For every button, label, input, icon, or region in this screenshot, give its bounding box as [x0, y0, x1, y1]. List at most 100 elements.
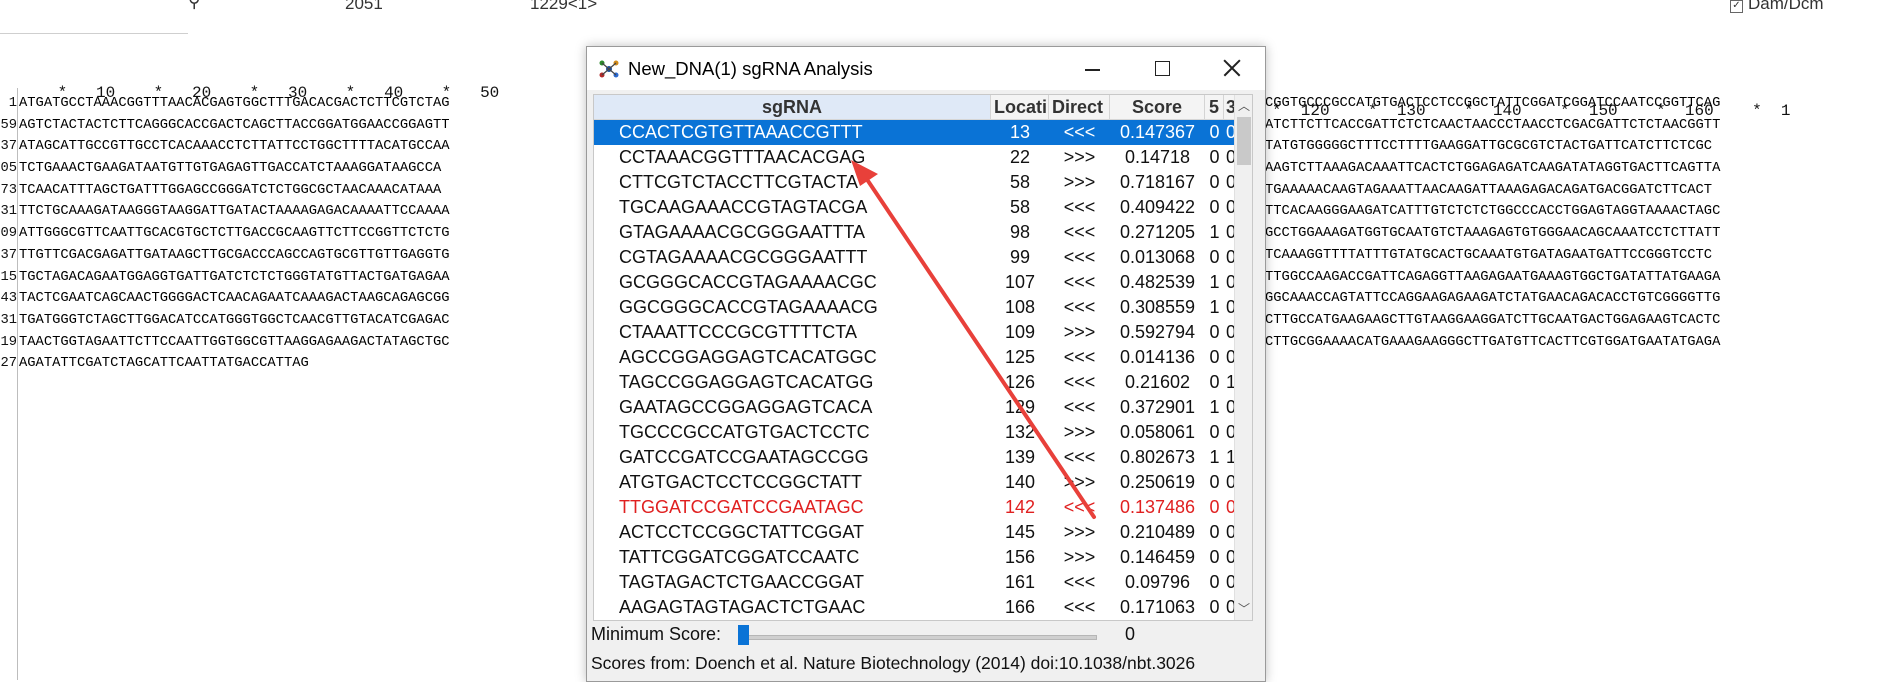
table-row[interactable]: AAGAGTAGTAGACTCTGAAC 166 <<< 0.171063 0 0: [594, 595, 1236, 620]
column-header-score[interactable]: Score: [1110, 95, 1205, 119]
five-prime-cell: 1: [1209, 297, 1220, 317]
five-prime-cell: 1: [1209, 397, 1220, 417]
direction-cell: >>>: [1063, 547, 1096, 567]
sgrna-cell: ATGTGACTCCTCCGGCTATT: [619, 472, 862, 492]
direction-cell: <<<: [1063, 197, 1096, 217]
direction-cell: <<<: [1063, 497, 1096, 517]
sequence-line: CTTGCGGAAAACATGAAAGAAGGGCTTGATGTTCACTTCG…: [1265, 334, 1721, 350]
sgrna-cell: CCTAAACGGTTTAACACGAG: [619, 147, 866, 167]
table-row[interactable]: ATGTGACTCCTCCGGCTATT 140 >>> 0.250619 0 0: [594, 470, 1236, 495]
sgrna-analysis-dialog: New_DNA(1) sgRNA Analysis sgRNA Locati D…: [586, 46, 1266, 682]
sgrna-cell: AGCCGGAGGAGTCACATGGC: [619, 347, 877, 367]
location-cell: 156: [1004, 547, 1036, 567]
table-row[interactable]: TGCAAGAAACCGTAGTACGA 58 <<< 0.409422 0 0: [594, 195, 1236, 220]
link-icon[interactable]: ⚲: [188, 0, 200, 12]
sequence-line: CTTGCCATGAAGAAGCTTGTAAGGAAGGATCTTGCAATGA…: [1265, 312, 1721, 328]
line-number: 1: [8, 96, 17, 111]
scores-citation: Scores from: Doench et al. Nature Biotec…: [591, 653, 1196, 673]
score-cell: 0.482539: [1119, 272, 1196, 292]
location-cell: 132: [1004, 422, 1036, 442]
line-number: 05: [0, 161, 17, 177]
table-row[interactable]: AGCCGGAGGAGTCACATGGC 125 <<< 0.014136 0 0: [594, 345, 1236, 370]
five-prime-cell: 0: [1209, 547, 1220, 567]
location-cell: 58: [1009, 197, 1031, 217]
line-number: 59: [0, 117, 17, 133]
table-row[interactable]: ACTCCTCCGGCTATTCGGAT 145 >>> 0.210489 0 0: [594, 520, 1236, 545]
table-row[interactable]: CGTAGAAAACGCGGGAATTT 99 <<< 0.013068 0 0: [594, 245, 1236, 270]
sgrna-table: sgRNA Locati Direct Score 5 3' CCACTCGTG…: [593, 94, 1253, 621]
direction-cell: >>>: [1063, 522, 1096, 542]
sequence-line: TAACTGGTAGAATTCTTCCAATTGGTGGCGTTAAGGAGAA…: [19, 334, 450, 350]
five-prime-cell: 0: [1209, 247, 1220, 267]
column-header-location[interactable]: Locati: [991, 95, 1049, 119]
direction-cell: <<<: [1063, 597, 1096, 617]
table-row[interactable]: GAATAGCCGGAGGAGTCACA 129 <<< 0.372901 1 0: [594, 395, 1236, 420]
score-cell: 0.014136: [1119, 347, 1196, 367]
table-row[interactable]: TTGGATCCGATCCGAATAGC 142 <<< 0.137486 0 0: [594, 495, 1236, 520]
column-header-direction[interactable]: Direct: [1049, 95, 1110, 119]
close-icon[interactable]: [1197, 47, 1265, 90]
sequence-line: ATCTTCTTCACCGATTCTCTCAACTAACCCTAACCTCGAC…: [1265, 117, 1721, 133]
direction-cell: <<<: [1063, 272, 1096, 292]
slider-thumb[interactable]: [738, 625, 749, 645]
table-row[interactable]: TAGTAGACTCTGAACCGGAT 161 <<< 0.09796 0 0: [594, 570, 1236, 595]
table-row[interactable]: CCTAAACGGTTTAACACGAG 22 >>> 0.14718 0 0: [594, 145, 1236, 170]
minimum-score-slider[interactable]: [739, 635, 1097, 640]
table-row[interactable]: TGCCCGCCATGTGACTCCTC 132 >>> 0.058061 0 0: [594, 420, 1236, 445]
sgrna-cell: TAGCCGGAGGAGTCACATGG: [619, 372, 874, 392]
line-number: 31: [0, 204, 17, 220]
five-prime-cell: 0: [1209, 197, 1220, 217]
location-cell: 142: [1004, 497, 1036, 517]
line-number: 43: [0, 291, 17, 307]
table-row[interactable]: TATTCGGATCGGATCCAATC 156 >>> 0.146459 0 0: [594, 545, 1236, 570]
sequence-line: TGCTAGACAGAATGGAGGTGATTGATCTCTCTGGGTATGT…: [19, 269, 450, 285]
scroll-up-icon[interactable]: ︿: [1235, 97, 1252, 115]
sequence-line: ATTGGGCGTTCAATTGCACGTGCTCTTGACCGCAAGTTCT…: [19, 226, 450, 242]
sequence-line: TTGGCCAAGACCGATTCAGAGGTTAAGAGAATGAAAGTGG…: [1265, 269, 1721, 285]
sequence-text-right[interactable]: CGGTGCCCGCCATGTGACTCCTCCGGCTATTCGGATCGGA…: [1265, 93, 1886, 375]
five-prime-cell: 1: [1209, 447, 1220, 467]
location-cell: 129: [1004, 397, 1036, 417]
scrollbar-thumb[interactable]: [1237, 117, 1251, 165]
minimum-score-row: Minimum Score: 0: [591, 623, 1261, 647]
five-prime-cell: 0: [1209, 322, 1220, 342]
table-row[interactable]: GGCGGGCACCGTAGAAAACG 108 <<< 0.308559 1 0: [594, 295, 1236, 320]
table-row[interactable]: TAGCCGGAGGAGTCACATGG 126 <<< 0.21602 0 1: [594, 370, 1236, 395]
table-row[interactable]: CCACTCGTGTTAAACCGTTT 13 <<< 0.147367 0 0: [594, 120, 1236, 145]
minimize-icon[interactable]: [1057, 47, 1125, 90]
line-number: 09: [0, 226, 17, 242]
sequence-line: TACTCGAATCAGCAACTGGGGACTCAACAGAATCAAAGAC…: [19, 291, 450, 307]
sequence-line: TCTGAAACTGAAGATAATGTTGTGAGAGTTGACCATCTAA…: [19, 161, 442, 177]
score-cell: 0.013068: [1119, 247, 1196, 267]
five-prime-cell: 0: [1209, 597, 1220, 617]
vertical-scrollbar[interactable]: ︿ ﹀: [1234, 95, 1252, 620]
five-prime-cell: 0: [1209, 172, 1220, 192]
table-row[interactable]: CTTCGTCTACCTTCGTACTA 58 >>> 0.718167 0 0: [594, 170, 1236, 195]
sequence-text-left[interactable]: ATGATGCCTAAACGGTTTAACACGAGTGGCTTTGACACGA…: [19, 93, 587, 375]
sgrna-cell: CTTCGTCTACCTTCGTACTA: [619, 172, 858, 192]
maximize-icon[interactable]: [1127, 47, 1195, 90]
table-row[interactable]: GATCCGATCCGAATAGCCGG 139 <<< 0.802673 1 1: [594, 445, 1236, 470]
score-cell: 0.308559: [1119, 297, 1196, 317]
direction-cell: <<<: [1063, 122, 1096, 142]
dam-dcm-checkbox[interactable]: ✓ Dam/Dcm: [1730, 0, 1824, 14]
sequence-line: AAGTCTTAAAGACAAATTCACTCTGGAGAGATCAAGATAT…: [1265, 161, 1721, 177]
table-row[interactable]: CTAAATTCCCGCGTTTTCTA 109 >>> 0.592794 0 0: [594, 320, 1236, 345]
score-cell: 0.146459: [1119, 547, 1196, 567]
toolbar-divider: [0, 33, 188, 34]
score-cell: 0.409422: [1119, 197, 1196, 217]
direction-cell: <<<: [1063, 297, 1096, 317]
location-cell: 166: [1004, 597, 1036, 617]
sequence-line: TCAAAGGTTTTATTTGTATGCACTGCAAATGTGATAGAAT…: [1265, 247, 1713, 263]
column-header-5prime[interactable]: 5: [1205, 95, 1224, 119]
table-row[interactable]: GCGGGCACCGTAGAAAACGC 107 <<< 0.482539 1 0: [594, 270, 1236, 295]
sequence-line: CGGTGCCCGCCATGTGACTCCTCCGGCTATTCGGATCGGA…: [1265, 96, 1721, 111]
five-prime-cell: 0: [1209, 572, 1220, 592]
scroll-down-icon[interactable]: ﹀: [1235, 600, 1252, 618]
column-header-sgrna[interactable]: sgRNA: [594, 95, 991, 119]
table-row[interactable]: GTAGAAAACGCGGGAATTTA 98 <<< 0.271205 1 0: [594, 220, 1236, 245]
title-bar[interactable]: New_DNA(1) sgRNA Analysis: [587, 47, 1265, 90]
location-cell: 139: [1004, 447, 1036, 467]
direction-cell: >>>: [1063, 472, 1096, 492]
score-cell: 0.250619: [1119, 472, 1196, 492]
